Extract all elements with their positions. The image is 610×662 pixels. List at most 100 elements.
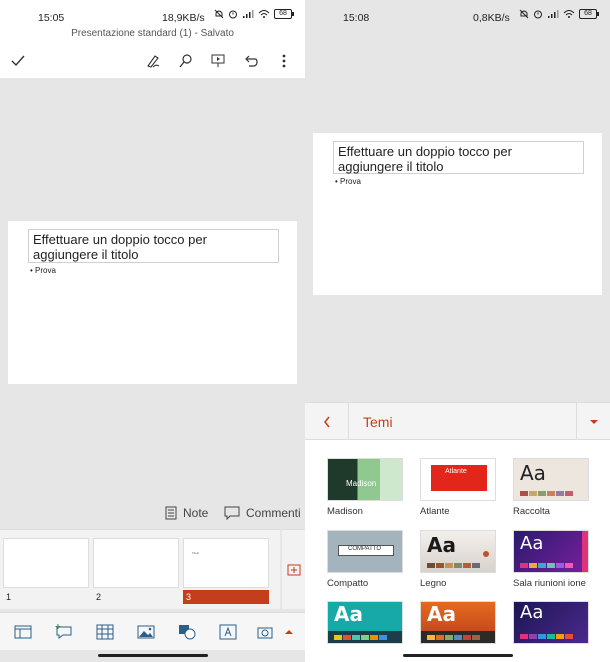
insert-textbox-button[interactable] (217, 621, 239, 643)
chevron-left-icon (323, 416, 330, 428)
insert-shape-button[interactable] (176, 621, 198, 643)
theme-preview-label: Aa (427, 602, 456, 626)
insert-camera-button[interactable] (254, 621, 276, 643)
theme-name: Atlante (420, 506, 450, 517)
back-button[interactable] (305, 403, 349, 441)
slide-title-placeholder[interactable]: Effettuare un doppio tocco per aggiunger… (333, 141, 584, 174)
expand-toolbar-button[interactable] (278, 621, 300, 643)
theme-preview: Atlante (420, 458, 496, 501)
theme-preview: Aa (420, 530, 496, 573)
more-options-button[interactable] (273, 50, 295, 72)
status-bar: 15:05 18,9KB/s 68 (0, 0, 305, 28)
search-button[interactable] (175, 50, 197, 72)
status-bar: 15:08 0,8KB/s 68 (305, 0, 610, 28)
theme-preview-label: Aa (520, 602, 544, 623)
theme-preview-label: Atlante (445, 468, 467, 475)
theme-sala-riunioni-ione[interactable]: Aa Sala riunioni ione (513, 530, 589, 589)
theme-preview-label: Madison (346, 479, 377, 488)
undo-icon (245, 55, 258, 67)
slide-thumbnails: 1 2 Titolo 3 (0, 529, 280, 609)
theme-compatto[interactable]: COMPATTO Compatto (327, 530, 403, 589)
home-indicator[interactable] (97, 654, 208, 657)
theme-preview: COMPATTO (327, 530, 403, 573)
slide-bullet[interactable]: • Prova (335, 177, 361, 186)
caret-up-icon (285, 630, 293, 634)
slide-bullet[interactable]: • Prova (30, 266, 56, 275)
mute-icon (519, 9, 529, 19)
theme-name: Compatto (327, 578, 369, 589)
notes-icon (165, 506, 177, 520)
notes-button[interactable]: Note (165, 506, 208, 520)
theme-card[interactable]: Aa (327, 601, 403, 649)
theme-preview-label: Aa (520, 533, 544, 554)
collapse-panel-button[interactable] (576, 403, 610, 441)
comments-label: Commenti (246, 506, 301, 520)
left-screen: 15:05 18,9KB/s 68 Presentazione standard… (0, 0, 305, 662)
theme-raccolta[interactable]: Aa Raccolta (513, 458, 589, 517)
theme-preview-label: Aa (334, 602, 363, 626)
right-screen: 15:08 0,8KB/s 68 Effettuare un doppio to… (305, 0, 610, 662)
theme-name: Raccolta (513, 506, 550, 517)
slide-title-placeholder[interactable]: Effettuare un doppio tocco per aggiunger… (28, 229, 279, 263)
comment-icon (224, 506, 240, 520)
new-comment-button[interactable] (53, 621, 75, 643)
done-button[interactable] (7, 50, 29, 72)
camera-icon (257, 627, 273, 639)
insert-toolbar (0, 612, 305, 650)
thumbnail-mini-title: Titolo (192, 551, 200, 555)
status-icons: 68 (214, 9, 294, 19)
theme-preview: Aa (420, 601, 496, 644)
more-vertical-icon (282, 54, 286, 68)
signal-icon (548, 10, 559, 18)
status-icons: 68 (519, 9, 599, 19)
theme-legno[interactable]: Aa Legno (420, 530, 496, 589)
top-toolbar (0, 44, 305, 78)
theme-name: Legno (420, 578, 447, 589)
theme-preview: Aa (513, 458, 589, 501)
theme-name: Madison (327, 506, 363, 517)
pen-icon (147, 55, 160, 68)
draw-button[interactable] (142, 50, 164, 72)
undo-button[interactable] (240, 50, 262, 72)
theme-card[interactable]: Aa (513, 601, 589, 649)
slide-canvas[interactable]: Effettuare un doppio tocco per aggiunger… (8, 221, 297, 384)
slide-thumbnail-2[interactable] (93, 538, 179, 588)
theme-preview: Aa (513, 530, 589, 573)
layout-button[interactable] (12, 621, 34, 643)
theme-name: Sala riunioni ione (513, 578, 586, 589)
search-icon (179, 54, 192, 68)
theme-preview: Aa (327, 601, 403, 644)
theme-preview: Aa (513, 601, 589, 644)
themes-title: Temi (363, 414, 393, 430)
shapes-icon (179, 625, 196, 640)
home-indicator[interactable] (402, 654, 513, 657)
slide-number-active: 3 (183, 590, 269, 604)
table-icon (96, 624, 114, 640)
document-title: Presentazione standard (1) - Salvato (0, 28, 305, 44)
status-time: 15:08 (343, 12, 370, 24)
status-time: 15:05 (38, 12, 65, 24)
theme-madison[interactable]: Madison Madison (327, 458, 403, 517)
add-slide-button[interactable] (282, 529, 305, 609)
layout-icon (14, 625, 32, 639)
textbox-icon (219, 624, 237, 640)
network-rate: 0,8KB/s (473, 12, 510, 24)
theme-card[interactable]: Aa (420, 601, 496, 649)
slide-canvas[interactable]: Effettuare un doppio tocco per aggiunger… (313, 133, 602, 295)
comments-button[interactable]: Commenti (224, 506, 301, 520)
slide-number: 2 (96, 592, 102, 602)
theme-preview-label: COMPATTO (348, 546, 381, 552)
insert-picture-button[interactable] (135, 621, 157, 643)
slide-thumbnail-1[interactable] (3, 538, 89, 588)
slide-thumbnail-3[interactable]: Titolo (183, 538, 269, 588)
theme-preview-label: Aa (520, 461, 546, 485)
theme-preview: Madison (327, 458, 403, 501)
insert-table-button[interactable] (94, 621, 116, 643)
add-slide-icon (287, 564, 300, 575)
themes-gallery: Madison Madison Atlante Atlante Aa Racco… (305, 440, 610, 662)
theme-atlante[interactable]: Atlante Atlante (420, 458, 496, 517)
bullet-text: Prova (35, 266, 56, 275)
themes-header: Temi (305, 402, 610, 441)
present-button[interactable] (207, 50, 229, 72)
presentation-icon (211, 54, 225, 67)
